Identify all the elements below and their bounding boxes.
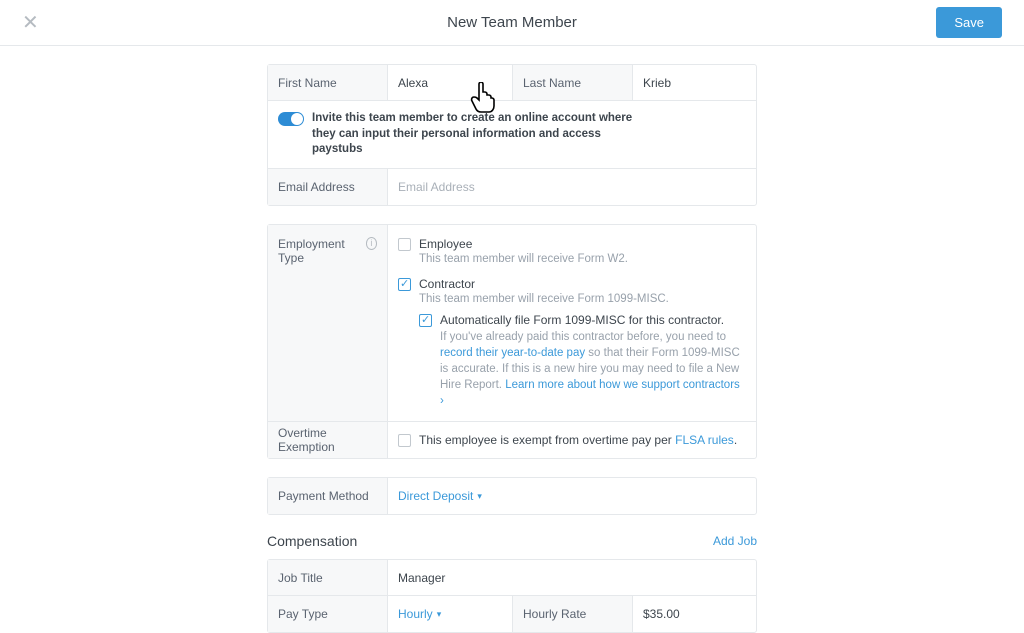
auto-file-description: If you've already paid this contractor b… [440, 329, 746, 409]
overtime-row: Overtime Exemption This employee is exem… [268, 422, 756, 458]
contractor-label: Contractor [419, 277, 475, 291]
job-title-label: Job Title [268, 560, 388, 595]
compensation-panel: Job Title Pay Type Hourly ▾ Hourly Rate [267, 559, 757, 633]
payment-panel: Payment Method Direct Deposit ▾ [267, 477, 757, 515]
save-button[interactable]: Save [936, 7, 1002, 38]
email-label: Email Address [268, 169, 388, 205]
last-name-cell: Last Name [512, 65, 756, 100]
auto-file-label: Automatically file Form 1099-MISC for th… [440, 313, 724, 327]
invite-toggle[interactable] [278, 112, 304, 126]
hourly-rate-cell: Hourly Rate [512, 596, 756, 632]
close-icon[interactable]: ✕ [22, 13, 42, 33]
last-name-label: Last Name [513, 65, 633, 100]
employment-type-body: Employee This team member will receive F… [388, 225, 756, 421]
overtime-text: This employee is exempt from overtime pa… [419, 433, 737, 447]
name-row: First Name Last Name [268, 65, 756, 101]
overtime-exempt-checkbox[interactable] [398, 434, 411, 447]
compensation-title: Compensation [267, 533, 357, 549]
add-job-link[interactable]: Add Job [713, 534, 757, 548]
page-title: New Team Member [447, 14, 577, 31]
employment-type-label: Employment Type i [268, 225, 388, 421]
chevron-down-icon: ▾ [437, 609, 442, 620]
hourly-rate-input[interactable] [643, 607, 746, 621]
identity-panel: First Name Last Name Invite this team me… [267, 64, 757, 206]
contractor-sub: This team member will receive Form 1099-… [419, 293, 746, 305]
job-title-input[interactable] [398, 571, 746, 585]
form-content: First Name Last Name Invite this team me… [267, 64, 757, 633]
first-name-input[interactable] [398, 76, 502, 90]
record-ytd-link[interactable]: record their year-to-date pay [440, 347, 585, 359]
contractor-checkbox[interactable] [398, 278, 411, 291]
payment-method-row: Payment Method Direct Deposit ▾ [268, 478, 756, 514]
employee-sub: This team member will receive Form W2. [419, 253, 746, 265]
last-name-input[interactable] [643, 76, 746, 90]
employee-checkbox[interactable] [398, 238, 411, 251]
modal-header: ✕ New Team Member Save [0, 0, 1024, 46]
email-row: Email Address [268, 169, 756, 205]
auto-file-block: Automatically file Form 1099-MISC for th… [419, 313, 746, 409]
invite-row: Invite this team member to create an onl… [268, 101, 756, 169]
first-name-label: First Name [268, 65, 388, 100]
employee-label: Employee [419, 237, 472, 251]
invite-text: Invite this team member to create an onl… [312, 111, 642, 158]
employment-type-row: Employment Type i Employee This team mem… [268, 225, 756, 422]
pay-type-cell: Pay Type Hourly ▾ [268, 596, 512, 632]
job-title-row: Job Title [268, 560, 756, 596]
payment-method-dropdown[interactable]: Direct Deposit ▾ [398, 489, 482, 503]
pay-type-dropdown[interactable]: Hourly ▾ [398, 607, 441, 621]
chevron-down-icon: ▾ [477, 491, 482, 502]
flsa-rules-link[interactable]: FLSA rules [675, 433, 734, 447]
overtime-label: Overtime Exemption [268, 422, 388, 458]
payment-method-label: Payment Method [268, 478, 388, 514]
auto-file-checkbox[interactable] [419, 314, 432, 327]
pay-type-label: Pay Type [268, 596, 388, 632]
pay-row: Pay Type Hourly ▾ Hourly Rate [268, 596, 756, 632]
email-input[interactable] [398, 180, 746, 194]
hourly-rate-label: Hourly Rate [513, 596, 633, 632]
info-icon[interactable]: i [366, 237, 377, 250]
first-name-cell: First Name [268, 65, 512, 100]
employment-panel: Employment Type i Employee This team mem… [267, 224, 757, 459]
compensation-header: Compensation Add Job [267, 533, 757, 549]
